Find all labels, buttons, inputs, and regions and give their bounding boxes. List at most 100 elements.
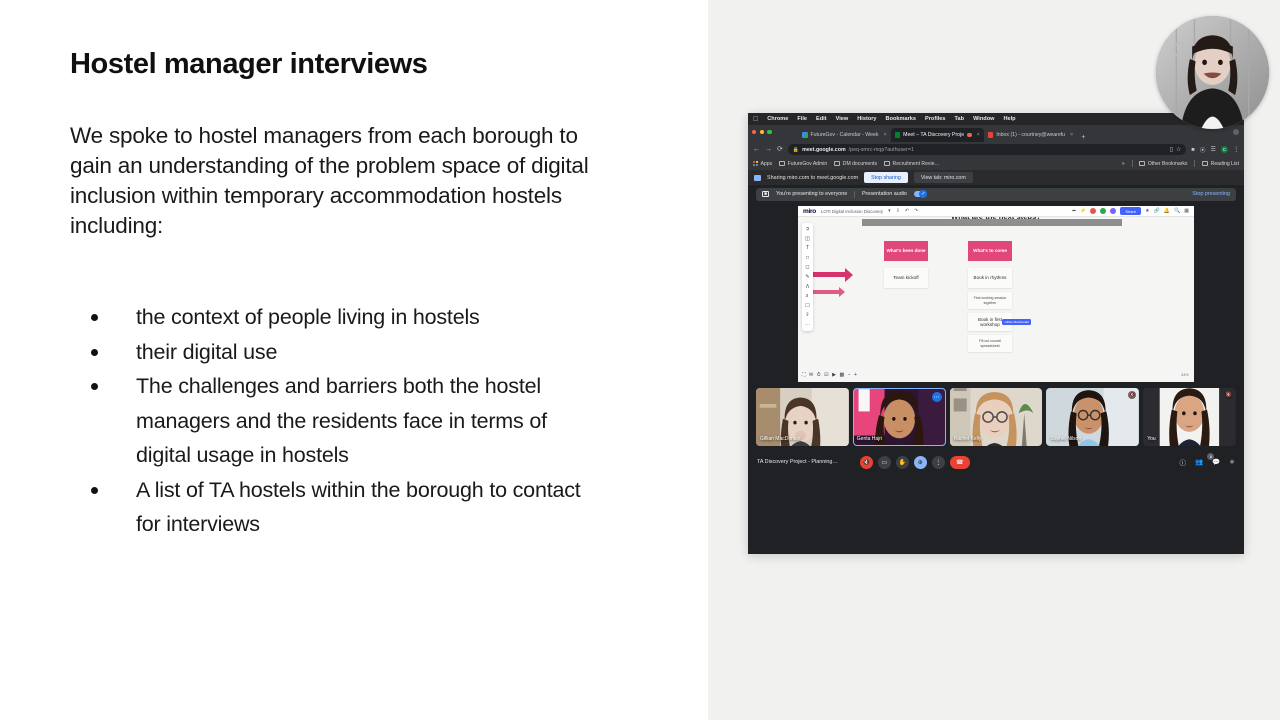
new-tab-button[interactable]: + — [1081, 134, 1085, 141]
tab-search-icon[interactable] — [1233, 129, 1239, 135]
bell-icon[interactable]: 🔔 — [1164, 208, 1170, 214]
comment-icon[interactable]: ★ — [1145, 208, 1149, 214]
puzzle-extension-icon[interactable]: ⦿ — [1200, 145, 1206, 154]
microphone-button[interactable]: 🔇 — [859, 455, 873, 469]
share-board-button[interactable]: Share — [1120, 206, 1142, 216]
sticky-note[interactable]: Team kickoff — [884, 268, 928, 288]
participant-tile-self[interactable]: 🔇 You — [1143, 388, 1236, 446]
connector-tool-icon[interactable]: Λ — [806, 284, 809, 290]
menu-item-edit[interactable]: Edit — [816, 116, 827, 122]
cursor-tool-icon[interactable]: ➲ — [805, 226, 809, 232]
collaborator-avatar[interactable] — [1100, 208, 1107, 214]
close-tab-icon[interactable]: × — [977, 132, 980, 138]
close-tab-icon[interactable]: × — [883, 132, 886, 138]
template-tool-icon[interactable]: ◫ — [805, 236, 810, 242]
video-chat-icon[interactable]: ▶ — [832, 372, 836, 378]
maximize-window-icon[interactable] — [767, 130, 772, 135]
bookmark-futuregov-admin[interactable]: FutureGov Admin — [779, 161, 827, 167]
window-traffic-lights[interactable] — [752, 130, 772, 135]
menu-item-bookmarks[interactable]: Bookmarks — [886, 116, 916, 122]
comment-tool-icon[interactable]: ♬ — [805, 293, 810, 299]
menu-item-file[interactable]: File — [797, 116, 807, 122]
close-window-icon[interactable] — [752, 130, 757, 135]
address-bar[interactable]: 🔒 meet.google.com/peq-smrc-mqp?authuser=… — [787, 144, 1187, 155]
sticky-note-header[interactable]: What's been done — [884, 241, 928, 261]
zoom-in-icon[interactable]: + — [854, 372, 857, 378]
attention-icon[interactable]: ⚡ — [1080, 208, 1086, 214]
miro-tool-rail[interactable]: ➲ ◫ T □ ◻ ✎ Λ ♬ ☐ ⇧ ⋯ — [802, 223, 813, 331]
list-extension-icon[interactable]: ☰ — [1211, 147, 1216, 153]
people-icon[interactable]: 👥 — [1195, 458, 1203, 466]
comments-icon[interactable]: ✉ — [809, 372, 813, 378]
sticky-note[interactable]: First working session together — [968, 292, 1012, 309]
upload-tool-icon[interactable]: ⇧ — [805, 312, 809, 318]
voting-icon[interactable]: ☑ — [824, 372, 828, 378]
grid-view-icon[interactable]: ▦ — [1184, 208, 1189, 214]
bookmark-apps[interactable]: Apps — [753, 161, 772, 167]
sticky-note-header[interactable]: What's to come — [968, 241, 1012, 261]
link-icon[interactable]: 🔗 — [1154, 208, 1160, 214]
zoom-fit-icon[interactable]: ⛶ — [802, 372, 806, 378]
close-tab-icon[interactable]: × — [1070, 132, 1073, 138]
stop-sharing-button[interactable]: Stop sharing — [864, 172, 908, 183]
profile-avatar[interactable]: C — [1220, 145, 1229, 154]
back-icon[interactable]: ← — [753, 146, 760, 153]
menu-item-help[interactable]: Help — [1003, 116, 1015, 122]
more-tools-icon[interactable]: ⋯ — [805, 322, 810, 328]
reload-icon[interactable]: ⟳ — [777, 146, 783, 153]
sticky-note-tool-icon[interactable]: □ — [806, 255, 809, 261]
shape-tool-icon[interactable]: ◻ — [805, 264, 809, 270]
menu-item-profiles[interactable]: Profiles — [925, 116, 946, 122]
sticky-note[interactable]: Book in rhythms — [968, 268, 1012, 288]
screencast-icon[interactable]: ▯ — [1170, 147, 1173, 153]
board-title[interactable]: LOTI Digital Inclusion Discovery — [821, 209, 883, 214]
miro-board[interactable]: What are the next steps? miro LOTI Digit… — [798, 206, 1194, 382]
camera-button[interactable]: ▭ — [877, 455, 891, 469]
menu-item-chrome[interactable]: Chrome — [767, 116, 788, 122]
bookmark-dm-documents[interactable]: DM documents — [834, 161, 877, 167]
bookmarks-overflow-icon[interactable]: » — [1122, 161, 1125, 167]
redo-icon[interactable]: ↷ — [914, 208, 918, 214]
extension-icon[interactable]: ■ — [1191, 147, 1195, 153]
activities-icon[interactable]: ⚛ — [1229, 458, 1235, 466]
export-icon[interactable]: ⇩ — [896, 208, 900, 214]
chrome-menu-icon[interactable]: ⋮ — [1233, 147, 1239, 153]
bookmark-recruitment-review[interactable]: Recruitment Revie… — [884, 161, 940, 167]
pointer-share-icon[interactable]: ➦ — [1072, 208, 1076, 214]
participant-tile[interactable]: 🔇 Sophie Nilson — [1046, 388, 1140, 446]
chat-icon[interactable]: 💬 — [1212, 458, 1220, 466]
collaborator-avatar[interactable] — [1110, 208, 1117, 214]
end-call-button[interactable]: ☎ — [949, 455, 970, 469]
timer-icon[interactable]: ⏱ — [817, 372, 821, 378]
menu-item-view[interactable]: View — [836, 116, 849, 122]
raise-hand-button[interactable]: ✋ — [895, 455, 909, 469]
forward-icon[interactable]: → — [765, 146, 772, 153]
bookmark-other-bookmarks[interactable]: Other Bookmarks — [1139, 161, 1187, 167]
presentation-audio-toggle[interactable]: ✓ — [913, 189, 927, 198]
minimize-window-icon[interactable] — [759, 130, 764, 135]
miro-bottom-tools[interactable]: ⛶ ✉ ⏱ ☑ ▶ ▩ − + — [802, 372, 857, 378]
meeting-details-icon[interactable]: ⓘ — [1179, 457, 1186, 467]
zoom-out-icon[interactable]: − — [848, 372, 851, 378]
collaborator-avatar[interactable] — [1090, 208, 1097, 214]
tile-options-icon[interactable]: ⋯ — [931, 392, 942, 402]
participant-tile[interactable]: Rachel Kelly — [949, 388, 1043, 446]
more-options-button[interactable]: ⋮ — [931, 455, 945, 469]
tab-meet[interactable]: Meet – TA Discovery Proje × — [890, 128, 984, 142]
menu-item-tab[interactable]: Tab — [955, 116, 965, 122]
tab-calendar[interactable]: FutureGov - Calendar - Week × — [798, 128, 891, 142]
text-tool-icon[interactable]: T — [806, 245, 809, 251]
minimap-icon[interactable]: ▩ — [839, 372, 844, 378]
undo-icon[interactable]: ↶ — [905, 208, 909, 214]
search-icon[interactable]: 🔍 — [1174, 208, 1180, 214]
chevron-down-icon[interactable]: ▾ — [888, 208, 891, 214]
menu-item-window[interactable]: Window — [973, 116, 994, 122]
sticky-note[interactable]: Fill out council spreadsheet — [968, 335, 1012, 352]
pen-tool-icon[interactable]: ✎ — [805, 274, 809, 280]
stop-presenting-button[interactable]: Stop presenting — [1192, 191, 1230, 197]
menu-item-history[interactable]: History — [857, 116, 876, 122]
tab-inbox[interactable]: Inbox (1) - courtney@wearefu × — [984, 128, 1077, 142]
bookmark-star-icon[interactable]: ☆ — [1176, 147, 1181, 153]
view-tab-button[interactable]: View tab: miro.com — [913, 172, 973, 183]
participant-tile[interactable]: ⋯ Genta Hajri — [852, 388, 946, 446]
